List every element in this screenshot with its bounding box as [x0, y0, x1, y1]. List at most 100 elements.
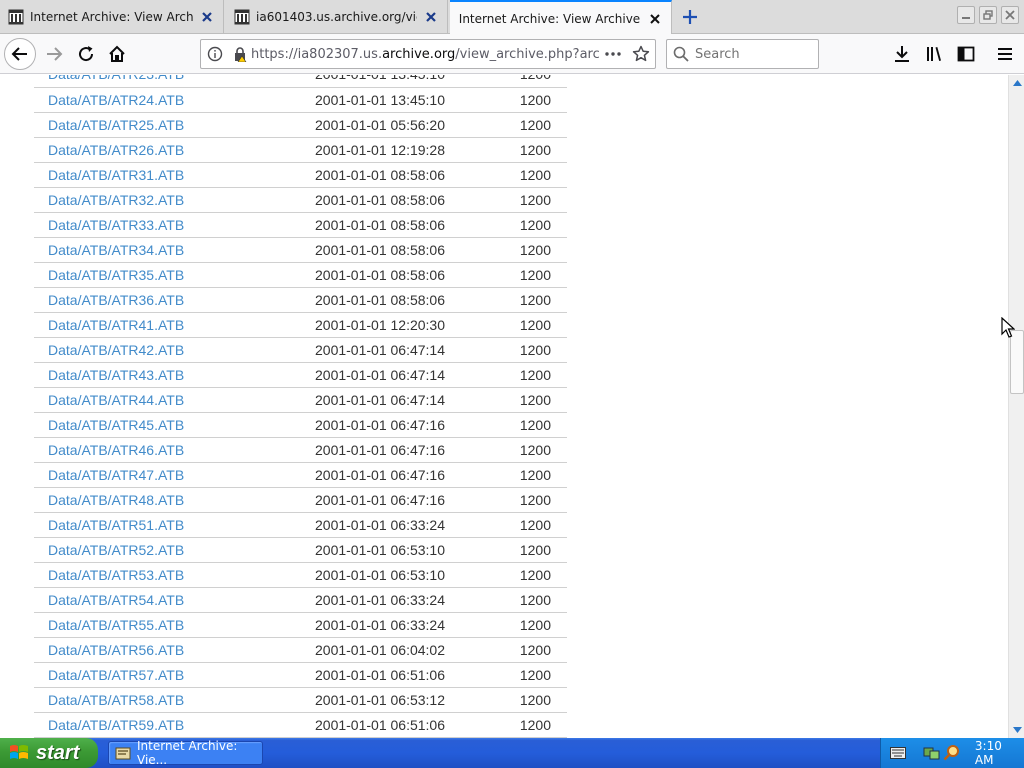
taskbar-window-item[interactable]: Internet Archive: Vie... — [108, 739, 263, 767]
close-tab-icon[interactable] — [647, 11, 663, 27]
scrollbar-thumb[interactable] — [1010, 330, 1024, 394]
file-link[interactable]: Data/ATB/ATR53.ATB — [48, 567, 184, 583]
file-name-cell: Data/ATB/ATR33.ATB — [34, 212, 315, 237]
file-link[interactable]: Data/ATB/ATR24.ATB — [48, 92, 184, 108]
file-link[interactable]: Data/ATB/ATR44.ATB — [48, 392, 184, 408]
minimize-button[interactable] — [957, 6, 975, 24]
file-link[interactable]: Data/ATB/ATR42.ATB — [48, 342, 184, 358]
close-window-button[interactable] — [1001, 6, 1019, 24]
table-row: Data/ATB/ATR32.ATB 2001-01-01 08:58:06 120… — [34, 187, 567, 212]
file-link[interactable]: Data/ATB/ATR55.ATB — [48, 617, 184, 633]
file-link[interactable]: Data/ATB/ATR59.ATB — [48, 717, 184, 733]
menu-button[interactable] — [992, 41, 1018, 67]
keyboard-icon[interactable] — [889, 744, 907, 762]
file-name-cell: Data/ATB/ATR26.ATB — [34, 137, 315, 162]
home-button[interactable] — [101, 38, 133, 70]
file-link[interactable]: Data/ATB/ATR58.ATB — [48, 692, 184, 708]
file-date-cell: 2001-01-01 12:20:30 — [315, 316, 445, 333]
file-link[interactable]: Data/ATB/ATR36.ATB — [48, 292, 184, 308]
reload-button[interactable] — [70, 38, 102, 70]
file-link[interactable]: Data/ATB/ATR46.ATB — [48, 442, 184, 458]
file-link[interactable]: Data/ATB/ATR25.ATB — [48, 117, 184, 133]
file-size-cell: 1200 — [519, 341, 551, 358]
library-button[interactable] — [921, 41, 947, 67]
table-row: Data/ATB/ATR57.ATB 2001-01-01 06:51:06 120… — [34, 662, 567, 687]
file-link[interactable]: Data/ATB/ATR48.ATB — [48, 492, 184, 508]
file-size-cell: 1200 — [519, 216, 551, 233]
network-icon[interactable] — [923, 744, 941, 762]
url-prefix: https://ia802307.us. — [251, 46, 383, 62]
file-link[interactable]: Data/ATB/ATR35.ATB — [48, 267, 184, 283]
file-link[interactable]: Data/ATB/ATR45.ATB — [48, 417, 184, 433]
search-placeholder: Search — [695, 46, 740, 62]
start-button[interactable]: start — [0, 738, 98, 768]
file-link[interactable]: Data/ATB/ATR57.ATB — [48, 667, 184, 683]
url-bar[interactable]: https://ia802307.us.archive.org/view_arc… — [200, 39, 656, 69]
url-text[interactable]: https://ia802307.us.archive.org/view_arc… — [251, 47, 599, 62]
close-tab-icon[interactable] — [199, 9, 215, 25]
search-input[interactable]: Search — [666, 39, 819, 69]
file-size-cell: 1200 — [519, 116, 551, 133]
back-button[interactable] — [4, 38, 36, 70]
file-name-cell: Data/ATB/ATR45.ATB — [34, 412, 315, 437]
file-link[interactable]: Data/ATB/ATR34.ATB — [48, 242, 184, 258]
file-link[interactable]: Data/ATB/ATR52.ATB — [48, 542, 184, 558]
file-date-cell: 2001-01-01 06:47:16 — [315, 466, 445, 483]
file-link[interactable]: Data/ATB/ATR43.ATB — [48, 367, 184, 383]
search-tray-icon[interactable] — [943, 744, 961, 762]
file-link[interactable]: Data/ATB/ATR47.ATB — [48, 467, 184, 483]
file-date-cell: 2001-01-01 06:47:14 — [315, 341, 445, 358]
page-actions-icon[interactable] — [599, 40, 627, 68]
table-row: Data/ATB/ATR24.ATB 2001-01-01 13:45:10 120… — [34, 87, 567, 112]
file-size-cell: 1200 — [519, 541, 551, 558]
back-arrow-icon — [11, 47, 27, 61]
table-row: Data/ATB/ATR25.ATB 2001-01-01 05:56:20 120… — [34, 112, 567, 137]
tab-title: Internet Archive: View Archive — [458, 11, 641, 26]
close-tab-icon[interactable] — [423, 9, 439, 25]
file-name-cell: Data/ATB/ATR43.ATB — [34, 362, 315, 387]
file-name-cell: Data/ATB/ATR46.ATB — [34, 437, 315, 462]
restore-button[interactable] — [979, 6, 997, 24]
file-name-cell: Data/ATB/ATR58.ATB — [34, 687, 315, 712]
table-row: Data/ATB/ATR31.ATB 2001-01-01 08:58:06 120… — [34, 162, 567, 187]
file-name-cell: Data/ATB/ATR36.ATB — [34, 287, 315, 312]
file-link[interactable]: Data/ATB/ATR51.ATB — [48, 517, 184, 533]
file-link[interactable]: Data/ATB/ATR54.ATB — [48, 592, 184, 608]
file-link[interactable]: Data/ATB/ATR31.ATB — [48, 167, 184, 183]
system-tray: 3:10 AM — [880, 738, 1024, 768]
clock: 3:10 AM — [974, 739, 1002, 767]
file-date-cell: 2001-01-01 06:04:02 — [315, 641, 445, 658]
file-name-cell: Data/ATB/ATR42.ATB — [34, 337, 315, 362]
downloads-button[interactable] — [889, 41, 915, 67]
tab-internet-archive-active[interactable]: Internet Archive: View Archive — [450, 0, 672, 35]
file-size-cell: 1200 — [519, 566, 551, 583]
forward-button[interactable] — [38, 38, 70, 70]
file-date-cell: 2001-01-01 06:53:12 — [315, 691, 445, 708]
file-link[interactable]: Data/ATB/ATR33.ATB — [48, 217, 184, 233]
tab-internet-archive-1[interactable]: Internet Archive: View Archive — [0, 0, 224, 34]
file-link[interactable]: Data/ATB/ATR32.ATB — [48, 192, 184, 208]
file-link[interactable]: Data/ATB/ATR41.ATB — [48, 317, 184, 333]
vertical-scrollbar[interactable] — [1008, 75, 1024, 738]
table-row: Data/ATB/ATR23.ATB 2001-01-01 13:45:10120… — [34, 75, 567, 87]
bookmark-star-icon[interactable] — [627, 40, 655, 68]
file-name-cell: Data/ATB/ATR41.ATB — [34, 312, 315, 337]
tab-title: ia601403.us.archive.org/view_ar — [256, 10, 417, 24]
table-row: Data/ATB/ATR33.ATB 2001-01-01 08:58:06 120… — [34, 212, 567, 237]
table-row: Data/ATB/ATR48.ATB 2001-01-01 06:47:16 120… — [34, 487, 567, 512]
file-date-cell: 2001-01-01 06:33:24 — [315, 591, 445, 608]
scroll-up-arrow-icon[interactable] — [1009, 75, 1024, 91]
table-row: Data/ATB/ATR36.ATB 2001-01-01 08:58:06 120… — [34, 287, 567, 312]
file-link[interactable]: Data/ATB/ATR26.ATB — [48, 142, 184, 158]
info-icon[interactable] — [201, 40, 229, 68]
new-tab-button[interactable] — [678, 5, 702, 29]
file-link[interactable]: Data/ATB/ATR23.ATB — [48, 75, 184, 82]
tab-ia601403[interactable]: ia601403.us.archive.org/view_ar — [226, 0, 448, 34]
plus-icon — [683, 10, 697, 24]
file-name-cell: Data/ATB/ATR57.ATB — [34, 662, 315, 687]
scroll-down-arrow-icon[interactable] — [1009, 722, 1024, 738]
file-date-cell: 2001-01-01 06:47:14 — [315, 366, 445, 383]
file-link[interactable]: Data/ATB/ATR56.ATB — [48, 642, 184, 658]
lock-warning-icon[interactable] — [229, 40, 251, 68]
sidebar-button[interactable] — [953, 41, 979, 67]
